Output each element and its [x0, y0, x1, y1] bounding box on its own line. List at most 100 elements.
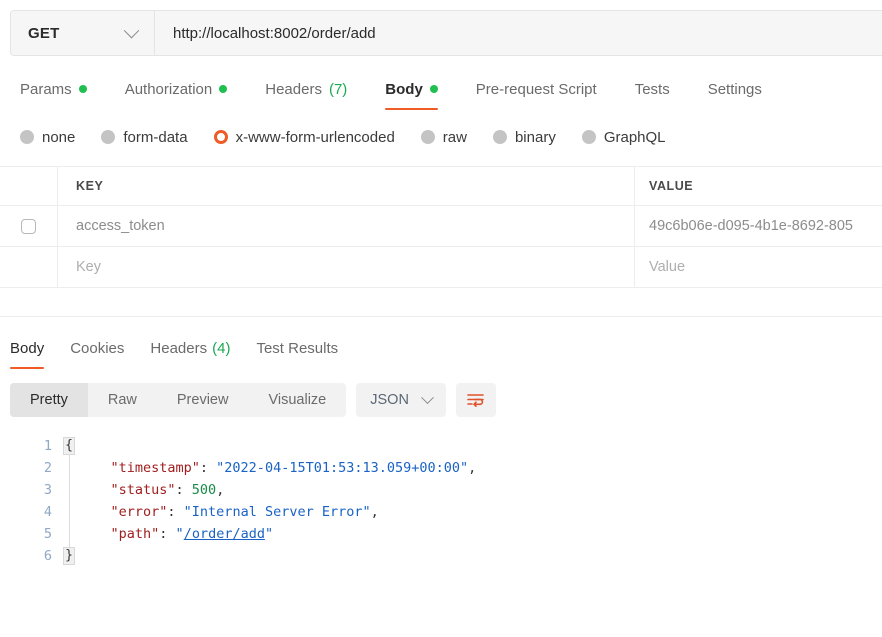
body-type-binary[interactable]: binary — [492, 129, 556, 146]
body-type-label: form-data — [123, 128, 188, 146]
view-mode-group: Pretty Raw Preview Visualize — [10, 383, 347, 417]
body-type-label: raw — [442, 128, 467, 146]
radio-icon[interactable] — [581, 130, 596, 144]
body-key-value-table: KEY VALUE access_token 49c6b06e-d095-4b1e… — [0, 166, 882, 288]
key-text: access_token — [76, 218, 165, 234]
code-token[interactable]: /order/add — [184, 526, 265, 542]
code-line: "status": 500, — [78, 479, 882, 501]
tab-label: Body — [385, 80, 423, 98]
radio-icon[interactable] — [20, 130, 34, 144]
view-mode-visualize[interactable]: Visualize — [248, 383, 346, 417]
code-token: "2022-04-15T01:53:13.059+00:00" — [216, 460, 469, 476]
code-token: "timestamp" — [110, 460, 200, 476]
line-number: 6 — [43, 548, 52, 564]
value-cell[interactable]: 49c6b06e-d095-4b1e-8692-805 — [635, 206, 882, 246]
code-fold-marker[interactable]: } — [63, 547, 75, 565]
request-tab-body[interactable]: Body — [385, 76, 456, 110]
body-type-label: none — [42, 128, 76, 146]
tab-label: Authorization — [124, 80, 213, 98]
request-tab-settings[interactable]: Settings — [708, 76, 780, 110]
row-checkbox-cell — [0, 206, 58, 246]
key-cell[interactable]: Key — [58, 247, 635, 287]
header-checkbox-cell — [0, 167, 58, 205]
response-format-selector[interactable]: JSON — [356, 383, 446, 417]
response-tab-test-results[interactable]: Test Results — [256, 335, 338, 369]
row-checkbox-cell — [0, 247, 58, 287]
wrap-text-icon — [467, 394, 484, 407]
wrap-text-button[interactable] — [455, 383, 496, 417]
request-tab-params[interactable]: Params — [20, 76, 105, 110]
code-fold-column: {} — [62, 435, 78, 567]
view-mode-preview[interactable]: Preview — [157, 383, 249, 417]
radio-icon[interactable] — [420, 130, 435, 144]
code-token: : — [167, 504, 184, 520]
key-text: Key — [76, 259, 101, 275]
fold-slot — [62, 501, 78, 523]
fold-guide-line — [69, 446, 70, 556]
column-header-value: VALUE — [649, 179, 694, 193]
body-type-form-data[interactable]: form-data — [101, 128, 188, 146]
request-tab-headers[interactable]: Headers (7) — [265, 76, 365, 110]
body-type-options: none form-data x-www-form-urlencoded raw bin… — [20, 126, 882, 148]
code-token: "path" — [110, 526, 160, 542]
fold-slot — [62, 457, 78, 479]
http-method-selector[interactable]: GET — [11, 11, 155, 55]
key-cell[interactable]: access_token — [58, 206, 635, 246]
tab-count: (4) — [212, 339, 231, 357]
tab-label: Headers — [150, 339, 208, 357]
tab-label: Cookies — [70, 339, 125, 357]
code-fold-marker[interactable]: { — [63, 437, 75, 455]
tab-label: Test Results — [256, 339, 339, 357]
radio-icon[interactable] — [492, 130, 507, 144]
response-tab-body[interactable]: Body — [10, 335, 45, 369]
body-type-none[interactable]: none — [20, 129, 75, 146]
value-cell[interactable]: Value — [635, 247, 882, 287]
tab-label: Headers — [265, 80, 322, 98]
body-type-x-www-form-urlencoded[interactable]: x-www-form-urlencoded — [213, 128, 395, 146]
code-line: "error": "Internal Server Error", — [78, 501, 882, 523]
line-number: 4 — [43, 504, 52, 520]
request-tabs: Params Authorization Headers (7) Body Pre-req… — [20, 74, 882, 110]
code-token: : — [159, 526, 176, 542]
code-token: 500 — [191, 482, 217, 498]
table-row: Key Value — [0, 247, 882, 288]
code-line: "timestamp": "2022-04-15T01:53:13.059+00… — [78, 457, 882, 479]
code-token: " — [175, 526, 184, 542]
radio-icon[interactable] — [213, 130, 228, 144]
tab-label: Settings — [707, 80, 762, 98]
body-type-graphql[interactable]: GraphQL — [581, 129, 666, 146]
url-input[interactable]: http://localhost:8002/order/add — [155, 11, 882, 55]
response-tabs: Body Cookies Headers (4) Test Results — [10, 333, 882, 369]
fold-slot: { — [62, 435, 78, 457]
response-tab-cookies[interactable]: Cookies — [70, 335, 124, 369]
response-tab-headers[interactable]: Headers (4) — [150, 335, 230, 369]
request-tab-pre-request-script[interactable]: Pre-request Script — [476, 76, 615, 110]
url-bar: GET http://localhost:8002/order/add — [10, 10, 882, 56]
chevron-down-icon — [123, 22, 140, 38]
request-tab-tests[interactable]: Tests — [635, 76, 688, 110]
body-type-label: x-www-form-urlencoded — [235, 128, 395, 146]
tab-label: Params — [20, 80, 72, 98]
http-method-label: GET — [28, 24, 60, 42]
body-type-raw[interactable]: raw — [420, 128, 467, 146]
value-text: Value — [649, 259, 686, 275]
row-checkbox[interactable] — [21, 218, 36, 234]
line-number-gutter: 1 2 3 4 5 6 — [0, 435, 62, 567]
fold-slot — [62, 523, 78, 545]
code-token: , — [370, 504, 379, 520]
response-view-toolbar: Pretty Raw Preview Visualize JSON — [10, 383, 882, 417]
code-token: : — [175, 482, 192, 498]
tab-label: Tests — [634, 80, 670, 98]
response-body-code[interactable]: 1 2 3 4 5 6 {} "timestamp": "2022-04-15T01:53… — [0, 435, 882, 567]
request-tab-authorization[interactable]: Authorization — [125, 76, 246, 110]
view-mode-raw[interactable]: Raw — [88, 383, 157, 417]
radio-icon[interactable] — [101, 130, 116, 144]
tab-status-dot-icon — [429, 85, 438, 93]
view-mode-pretty[interactable]: Pretty — [10, 383, 88, 417]
code-token: "error" — [110, 504, 168, 520]
response-format-label: JSON — [370, 392, 409, 408]
